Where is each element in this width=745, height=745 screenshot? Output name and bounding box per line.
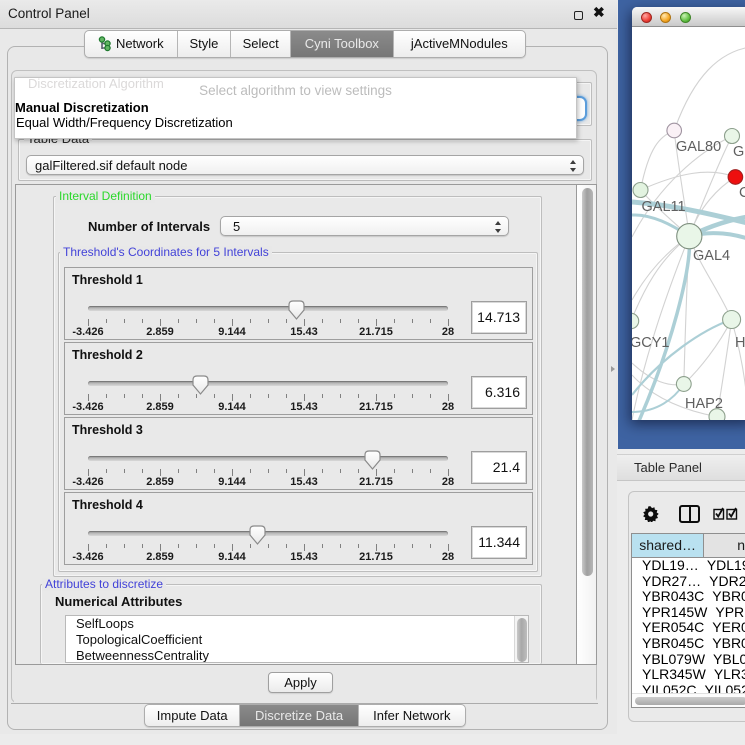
svg-text:GAL11: GAL11 bbox=[642, 199, 686, 215]
svg-text:GAL80: GAL80 bbox=[676, 139, 721, 155]
svg-text:HAP2: HAP2 bbox=[685, 396, 723, 412]
svg-text:G: G bbox=[733, 144, 744, 160]
svg-text:C: C bbox=[739, 185, 745, 201]
svg-text:GCY1: GCY1 bbox=[632, 335, 670, 351]
svg-text:GAL4: GAL4 bbox=[693, 248, 730, 264]
svg-text:H: H bbox=[735, 335, 745, 351]
